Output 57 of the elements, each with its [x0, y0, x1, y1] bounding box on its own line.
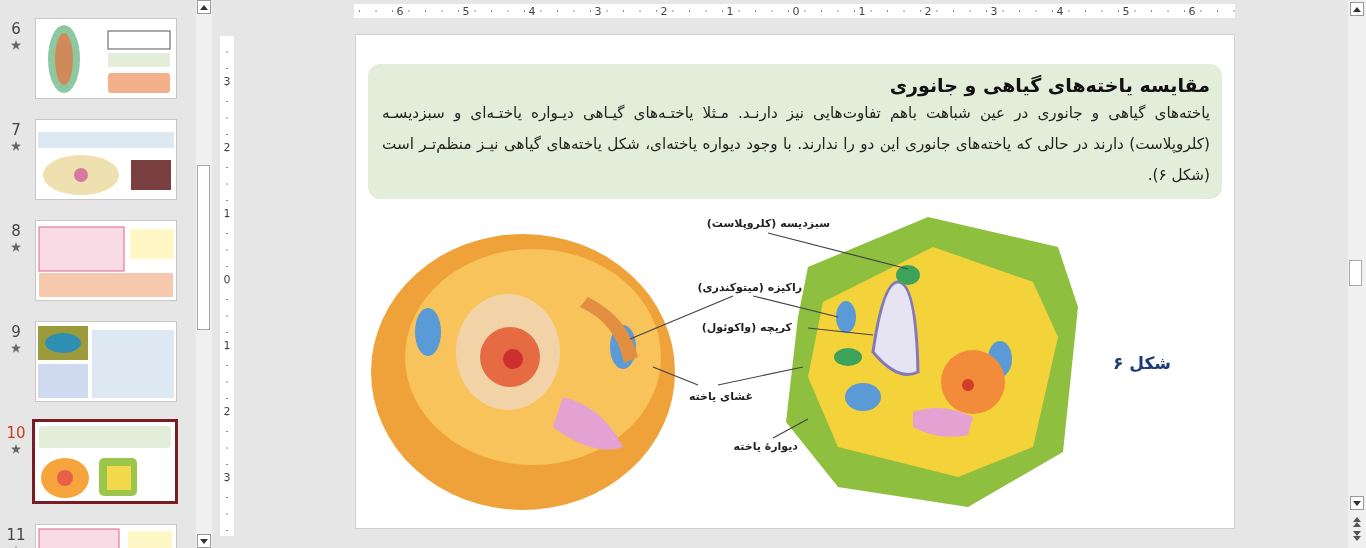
ruler-number: 1: [223, 208, 231, 222]
star-icon[interactable]: [11, 141, 21, 151]
ruler-number: 3: [989, 5, 999, 17]
ruler-number: 2: [223, 142, 231, 156]
ruler-number: 5: [1121, 5, 1131, 17]
up-triangle-icon: [200, 4, 208, 10]
scroll-up-button[interactable]: [1350, 2, 1364, 16]
ruler-number: 1: [223, 340, 231, 354]
scroll-down-button[interactable]: [1350, 496, 1364, 510]
figure-label: سبزدیسه (کلروپلاست): [706, 217, 830, 230]
ruler-number: 2: [223, 406, 231, 420]
leader-line: [772, 418, 809, 439]
scrollbar-thumb[interactable]: [197, 165, 210, 330]
previous-slide-icon[interactable]: [1352, 516, 1362, 528]
slide-paragraph: یاخته‌های گیاهی و جانوری در عین شباهت باهم تفاوت‌هایی نیز دارنـد. مـثلا یاختـه‌های گیـاهی دیـواره یاختـه‌ای و سبزدیسـه (کلروپلاست) دارند در حالی که یاخته‌های جانوری این دو را ندارند. با وجود دیواره یاخته‌ای، شکل یاخته‌های گیاهی نیـز منظم‌تـر است (شکل ۶).: [382, 103, 1210, 186]
ruler-number: 4: [1055, 5, 1065, 17]
figure-caption: شکل ۶: [1113, 353, 1172, 373]
star-icon[interactable]: [11, 343, 21, 353]
slide-number: 10: [6, 424, 26, 442]
ruler-number: 0: [223, 274, 231, 288]
figure-label: راکیزه (میتوکندری): [697, 281, 802, 294]
ruler-number: 5: [461, 5, 471, 17]
scroll-up-button[interactable]: [197, 0, 211, 14]
ruler-number: 3: [223, 76, 231, 90]
ruler-number: 6: [395, 5, 405, 17]
ruler-number: 1: [725, 5, 735, 17]
slide-number: 7: [11, 121, 21, 139]
star-icon[interactable]: [11, 242, 21, 252]
slide-title: مقایسه یاخته‌های گیاهی و جانوری: [888, 74, 1210, 96]
figure-label: کریچه (واکوئول): [701, 321, 792, 334]
ruler-number: 0: [791, 5, 801, 17]
down-triangle-icon: [200, 538, 208, 544]
slide-number: 8: [11, 222, 21, 240]
down-triangle-icon: [1353, 500, 1361, 506]
slide-number: 6: [11, 20, 21, 38]
up-triangle-icon: [1353, 6, 1361, 12]
star-icon[interactable]: [11, 444, 21, 454]
ruler-number: 6: [1187, 5, 1197, 17]
figure-label: غشای یاخته: [688, 390, 753, 403]
scrollbar[interactable]: [1348, 0, 1366, 548]
leader-line: [807, 327, 874, 336]
star-icon[interactable]: [11, 40, 21, 50]
ruler-number: 1: [857, 5, 867, 17]
slide-number: 9: [11, 323, 21, 341]
ruler-number: 4: [527, 5, 537, 17]
leader-line: [652, 366, 699, 386]
scroll-down-button[interactable]: [197, 534, 211, 548]
figure-label: دیوارهٔ یاخته: [733, 440, 798, 453]
ruler-number: 2: [923, 5, 933, 17]
ruler-number: 2: [659, 5, 669, 17]
ruler-number: 3: [223, 472, 231, 486]
ruler-number: 3: [593, 5, 603, 17]
next-slide-icon[interactable]: [1352, 530, 1362, 542]
slide-number: 11: [6, 526, 26, 544]
scrollbar[interactable]: [196, 0, 212, 548]
scrollbar-thumb[interactable]: [1349, 260, 1362, 286]
slide-thumbnail[interactable]: [32, 419, 178, 504]
